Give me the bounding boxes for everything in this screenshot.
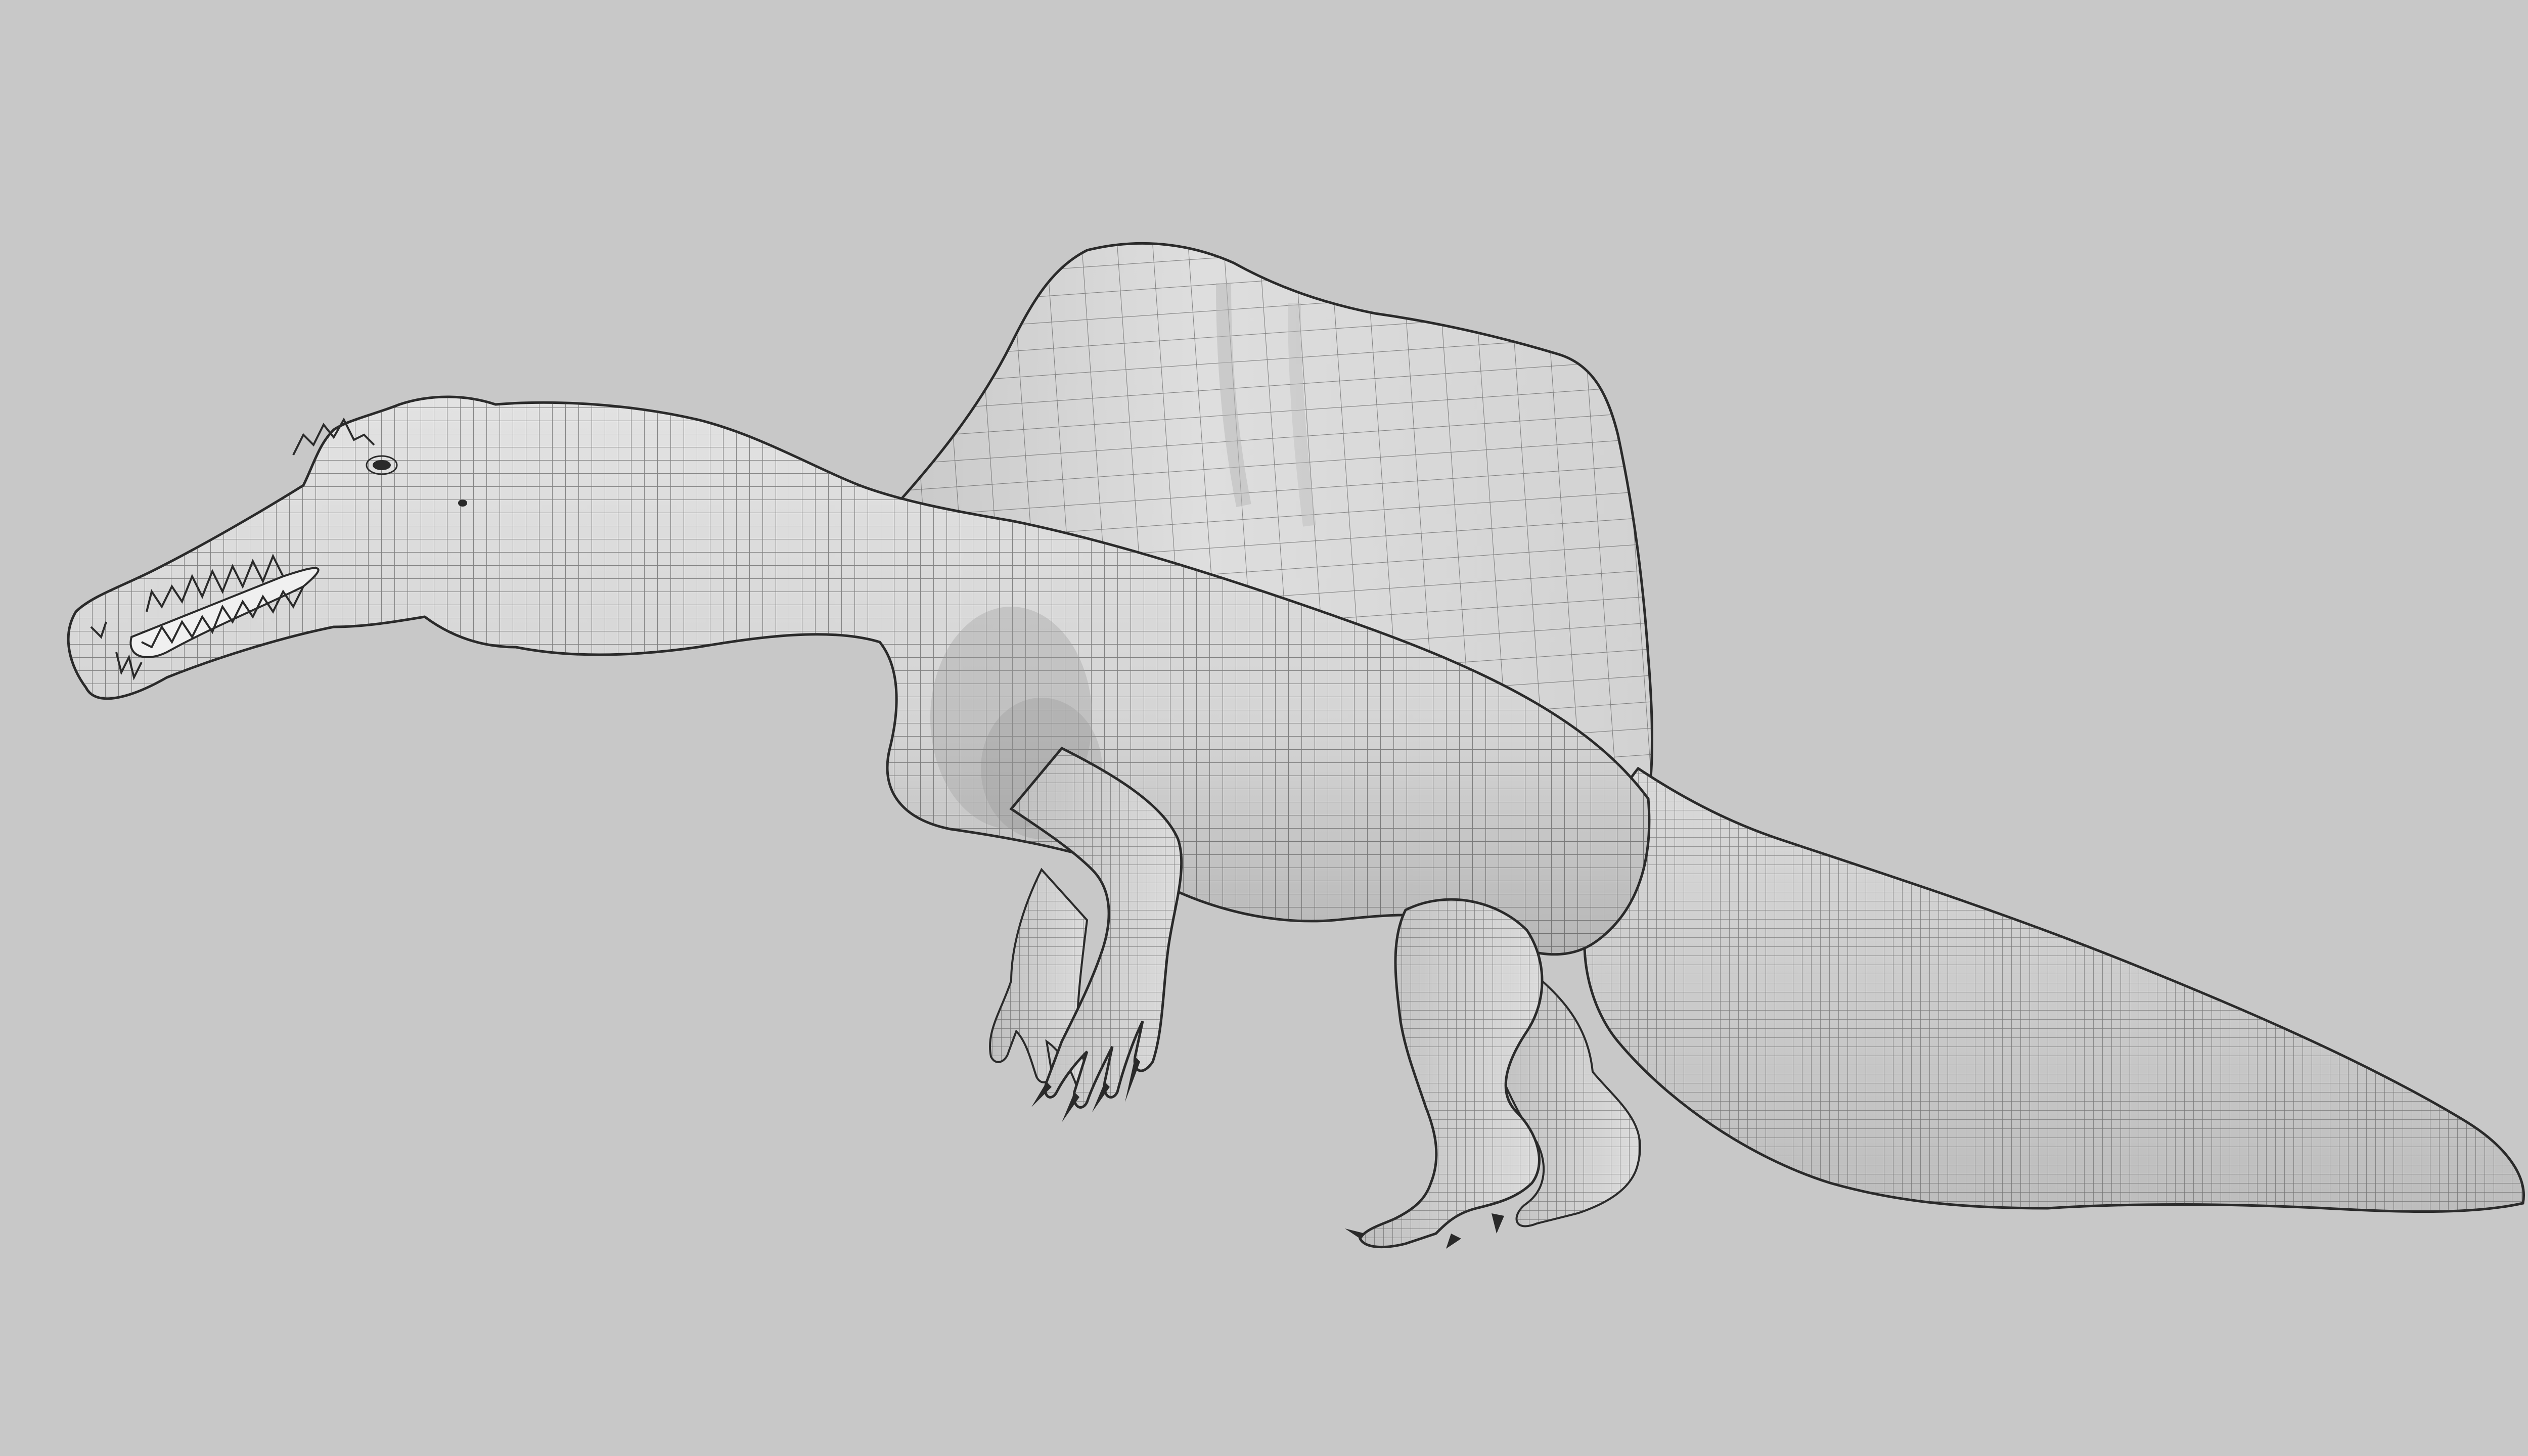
3d-viewport[interactable] bbox=[0, 0, 2528, 1456]
eye-icon bbox=[373, 460, 391, 470]
dinosaur-wireframe-model[interactable] bbox=[0, 0, 2528, 1456]
tail[interactable] bbox=[1583, 766, 2525, 1213]
